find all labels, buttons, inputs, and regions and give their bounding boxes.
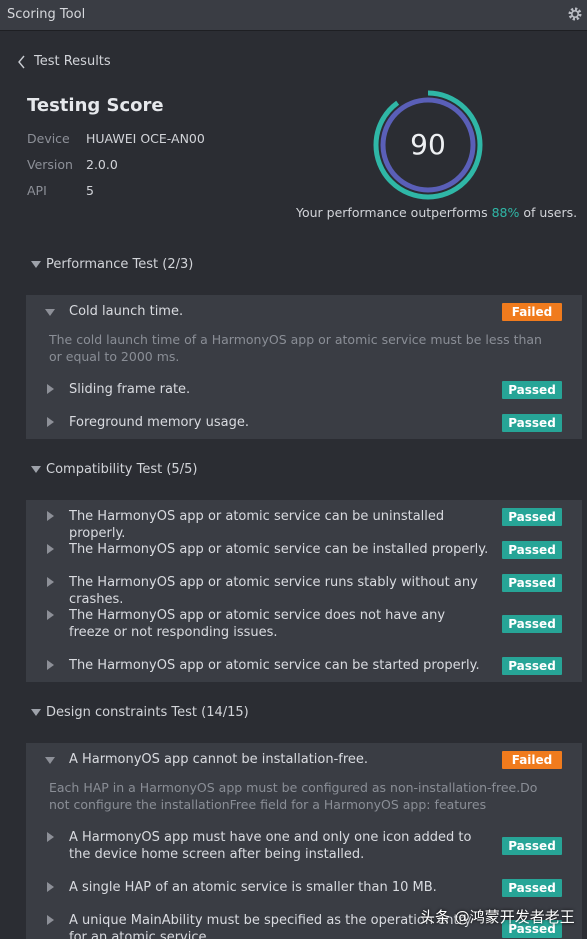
status-badge: Failed	[502, 303, 562, 321]
test-row[interactable]: Foreground memory usage. Passed	[26, 414, 582, 434]
test-label: Foreground memory usage.	[69, 415, 249, 430]
compatibility-panel: The HarmonyOS app or atomic service can …	[26, 500, 582, 682]
outperform-suffix: of users.	[519, 205, 578, 220]
outperform-percent: 88%	[491, 205, 520, 220]
test-row[interactable]: A HarmonyOS app must have one and only o…	[26, 829, 582, 865]
test-row[interactable]: A single HAP of an atomic service is sma…	[26, 879, 582, 899]
test-label: The HarmonyOS app or atomic service can …	[69, 542, 489, 557]
status-badge: Passed	[502, 508, 562, 526]
section-title: Design constraints Test (14/15)	[46, 705, 249, 720]
test-label: The HarmonyOS app or atomic service can …	[69, 658, 480, 673]
outperform-prefix: Your performance outperforms	[296, 205, 492, 220]
back-label: Test Results	[34, 54, 111, 69]
test-label: The HarmonyOS app or atomic service can …	[69, 509, 445, 541]
expand-triangle-icon	[47, 610, 54, 620]
test-row[interactable]: Sliding frame rate. Passed	[26, 381, 582, 401]
collapse-triangle-icon	[31, 709, 41, 716]
test-row[interactable]: The HarmonyOS app or atomic service runs…	[26, 574, 582, 607]
test-label: A HarmonyOS app must have one and only o…	[69, 830, 472, 862]
test-description: Each HAP in a HarmonyOS app must be conf…	[49, 780, 538, 812]
status-badge: Passed	[502, 574, 562, 592]
test-label: The HarmonyOS app or atomic service runs…	[69, 575, 478, 607]
test-description: The cold launch time of a HarmonyOS app …	[49, 332, 542, 364]
test-row[interactable]: The HarmonyOS app or atomic service can …	[26, 657, 582, 677]
expand-triangle-icon	[47, 544, 54, 554]
test-row[interactable]: The HarmonyOS app or atomic service can …	[26, 508, 582, 541]
section-compatibility[interactable]: Compatibility Test (5/5)	[31, 462, 197, 477]
test-label: A HarmonyOS app cannot be installation-f…	[69, 752, 369, 767]
score-value: 90	[410, 128, 446, 161]
back-link[interactable]: Test Results	[16, 54, 111, 69]
expand-triangle-icon	[47, 660, 54, 670]
section-title: Performance Test (2/3)	[46, 257, 194, 272]
test-row[interactable]: The HarmonyOS app or atomic service does…	[26, 607, 582, 643]
device-label: Device	[27, 131, 70, 146]
test-row[interactable]: The HarmonyOS app or atomic service can …	[26, 541, 582, 561]
title-bar: Scoring Tool	[0, 0, 587, 31]
section-title: Compatibility Test (5/5)	[46, 462, 198, 477]
outperform-text: Your performance outperforms 88% of user…	[296, 205, 577, 220]
test-row[interactable]: A HarmonyOS app cannot be installation-f…	[26, 751, 582, 821]
status-badge: Passed	[502, 657, 562, 675]
expand-triangle-icon	[47, 577, 54, 587]
expanded-triangle-icon	[45, 757, 55, 764]
test-label: Cold launch time.	[69, 304, 184, 319]
expand-triangle-icon	[47, 882, 54, 892]
test-label: A single HAP of an atomic service is sma…	[69, 880, 437, 895]
section-performance[interactable]: Performance Test (2/3)	[31, 257, 193, 272]
window-title: Scoring Tool	[7, 7, 86, 22]
status-badge: Failed	[502, 751, 562, 769]
expand-triangle-icon	[47, 832, 54, 842]
expand-triangle-icon	[47, 915, 54, 925]
api-value: 5	[86, 183, 94, 198]
gear-icon[interactable]	[567, 6, 583, 22]
expand-triangle-icon	[47, 511, 54, 521]
status-badge: Passed	[502, 541, 562, 559]
section-design-constraints[interactable]: Design constraints Test (14/15)	[31, 705, 249, 720]
status-badge: Passed	[502, 837, 562, 855]
test-label: Sliding frame rate.	[69, 382, 191, 397]
performance-panel: Cold launch time. Failed The cold launch…	[26, 295, 582, 439]
expanded-triangle-icon	[45, 309, 55, 316]
status-badge: Passed	[502, 381, 562, 399]
version-value: 2.0.0	[86, 157, 118, 172]
watermark: 头条 @鸿蒙开发者老王	[420, 908, 575, 926]
device-value: HUAWEI OCE-AN00	[86, 131, 205, 146]
status-badge: Passed	[502, 615, 562, 633]
expand-triangle-icon	[47, 384, 54, 394]
status-badge: Passed	[502, 414, 562, 432]
collapse-triangle-icon	[31, 466, 41, 473]
collapse-triangle-icon	[31, 261, 41, 268]
chevron-left-icon	[18, 55, 25, 68]
version-label: Version	[27, 157, 73, 172]
api-label: API	[27, 183, 47, 198]
status-badge: Passed	[502, 879, 562, 897]
test-row[interactable]: Cold launch time. Failed The cold launch…	[26, 303, 582, 373]
test-label: The HarmonyOS app or atomic service does…	[69, 608, 446, 640]
expand-triangle-icon	[47, 417, 54, 427]
page-title: Testing Score	[27, 95, 164, 116]
